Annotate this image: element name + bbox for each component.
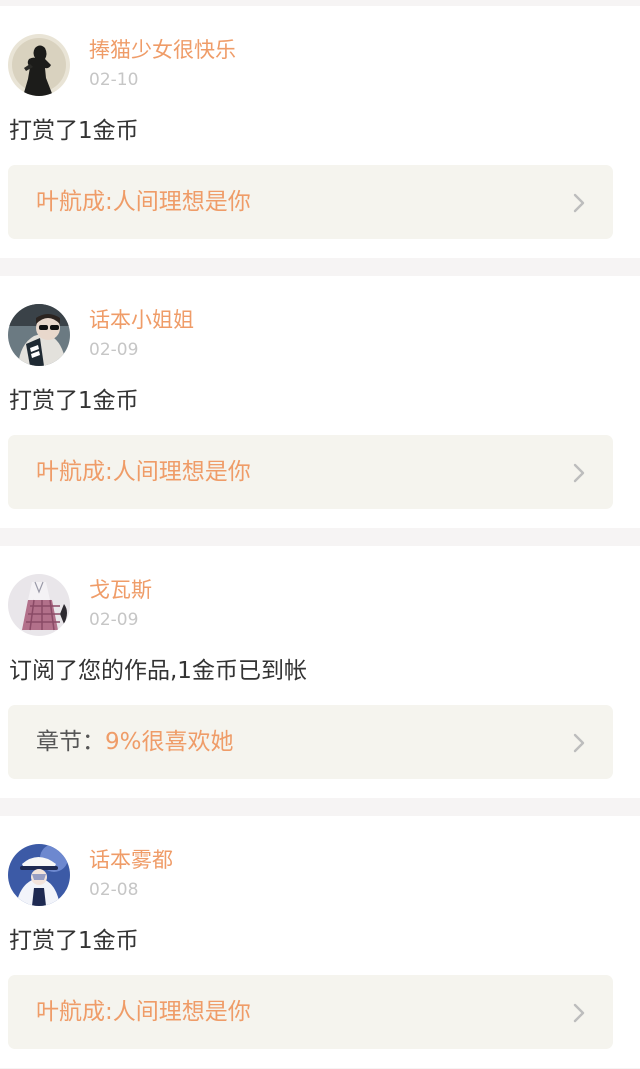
work-link-card[interactable]: 叶航成:人间理想是你 — [8, 165, 613, 239]
username[interactable]: 话本小姐姐 — [89, 307, 194, 333]
chevron-right-icon — [567, 731, 591, 755]
notification-card: 捧猫少女很快乐 02-10 打赏了1金币 叶航成:人间理想是你 — [0, 6, 640, 258]
work-link-title: 叶航成:人间理想是你 — [36, 999, 251, 1025]
work-link-card[interactable]: 叶航成:人间理想是你 — [8, 435, 613, 509]
user-avatar[interactable] — [8, 574, 70, 636]
user-avatar[interactable] — [8, 304, 70, 366]
work-link-card[interactable]: 章节：9%很喜欢她 — [8, 705, 613, 779]
notification-message: 打赏了1金币 — [9, 118, 139, 144]
avatar-dark-silhouette-icon — [8, 34, 70, 96]
notification-message: 打赏了1金币 — [9, 928, 139, 954]
notification-message: 打赏了1金币 — [9, 388, 139, 414]
work-link-prefix: 章节： — [36, 729, 105, 755]
chevron-right-icon — [567, 191, 591, 215]
timestamp: 02-10 — [89, 70, 139, 90]
work-link-title: 9%很喜欢她 — [105, 729, 234, 755]
notification-card: 话本雾都 02-08 打赏了1金币 叶航成:人间理想是你 — [0, 816, 640, 1068]
user-avatar[interactable] — [8, 844, 70, 906]
timestamp: 02-09 — [89, 340, 139, 360]
notification-card: 戈瓦斯 02-09 订阅了您的作品,1金币已到帐 章节：9%很喜欢她 — [0, 546, 640, 798]
timestamp: 02-08 — [89, 880, 139, 900]
user-avatar[interactable] — [8, 34, 70, 96]
chevron-right-icon — [567, 461, 591, 485]
work-link-text: 叶航成:人间理想是你 — [36, 996, 251, 1028]
work-link-title: 叶航成:人间理想是你 — [36, 459, 251, 485]
notification-feed: 捧猫少女很快乐 02-10 打赏了1金币 叶航成:人间理想是你 话本小姐姐 02… — [0, 0, 640, 1069]
work-link-title: 叶航成:人间理想是你 — [36, 189, 251, 215]
timestamp: 02-09 — [89, 610, 139, 630]
work-link-text: 章节：9%很喜欢她 — [36, 726, 234, 758]
work-link-card[interactable]: 叶航成:人间理想是你 — [8, 975, 613, 1049]
username[interactable]: 捧猫少女很快乐 — [89, 37, 236, 63]
avatar-sunglasses-portrait-icon — [8, 304, 70, 366]
chevron-right-icon — [567, 1001, 591, 1025]
avatar-plaid-outfit-icon — [8, 574, 70, 636]
notification-message: 订阅了您的作品,1金币已到帐 — [9, 658, 307, 684]
work-link-text: 叶航成:人间理想是你 — [36, 456, 251, 488]
work-link-text: 叶航成:人间理想是你 — [36, 186, 251, 218]
notification-card: 话本小姐姐 02-09 打赏了1金币 叶航成:人间理想是你 — [0, 276, 640, 528]
username[interactable]: 话本雾都 — [89, 847, 173, 873]
username[interactable]: 戈瓦斯 — [89, 577, 152, 603]
avatar-white-hat-anime-icon — [8, 844, 70, 906]
